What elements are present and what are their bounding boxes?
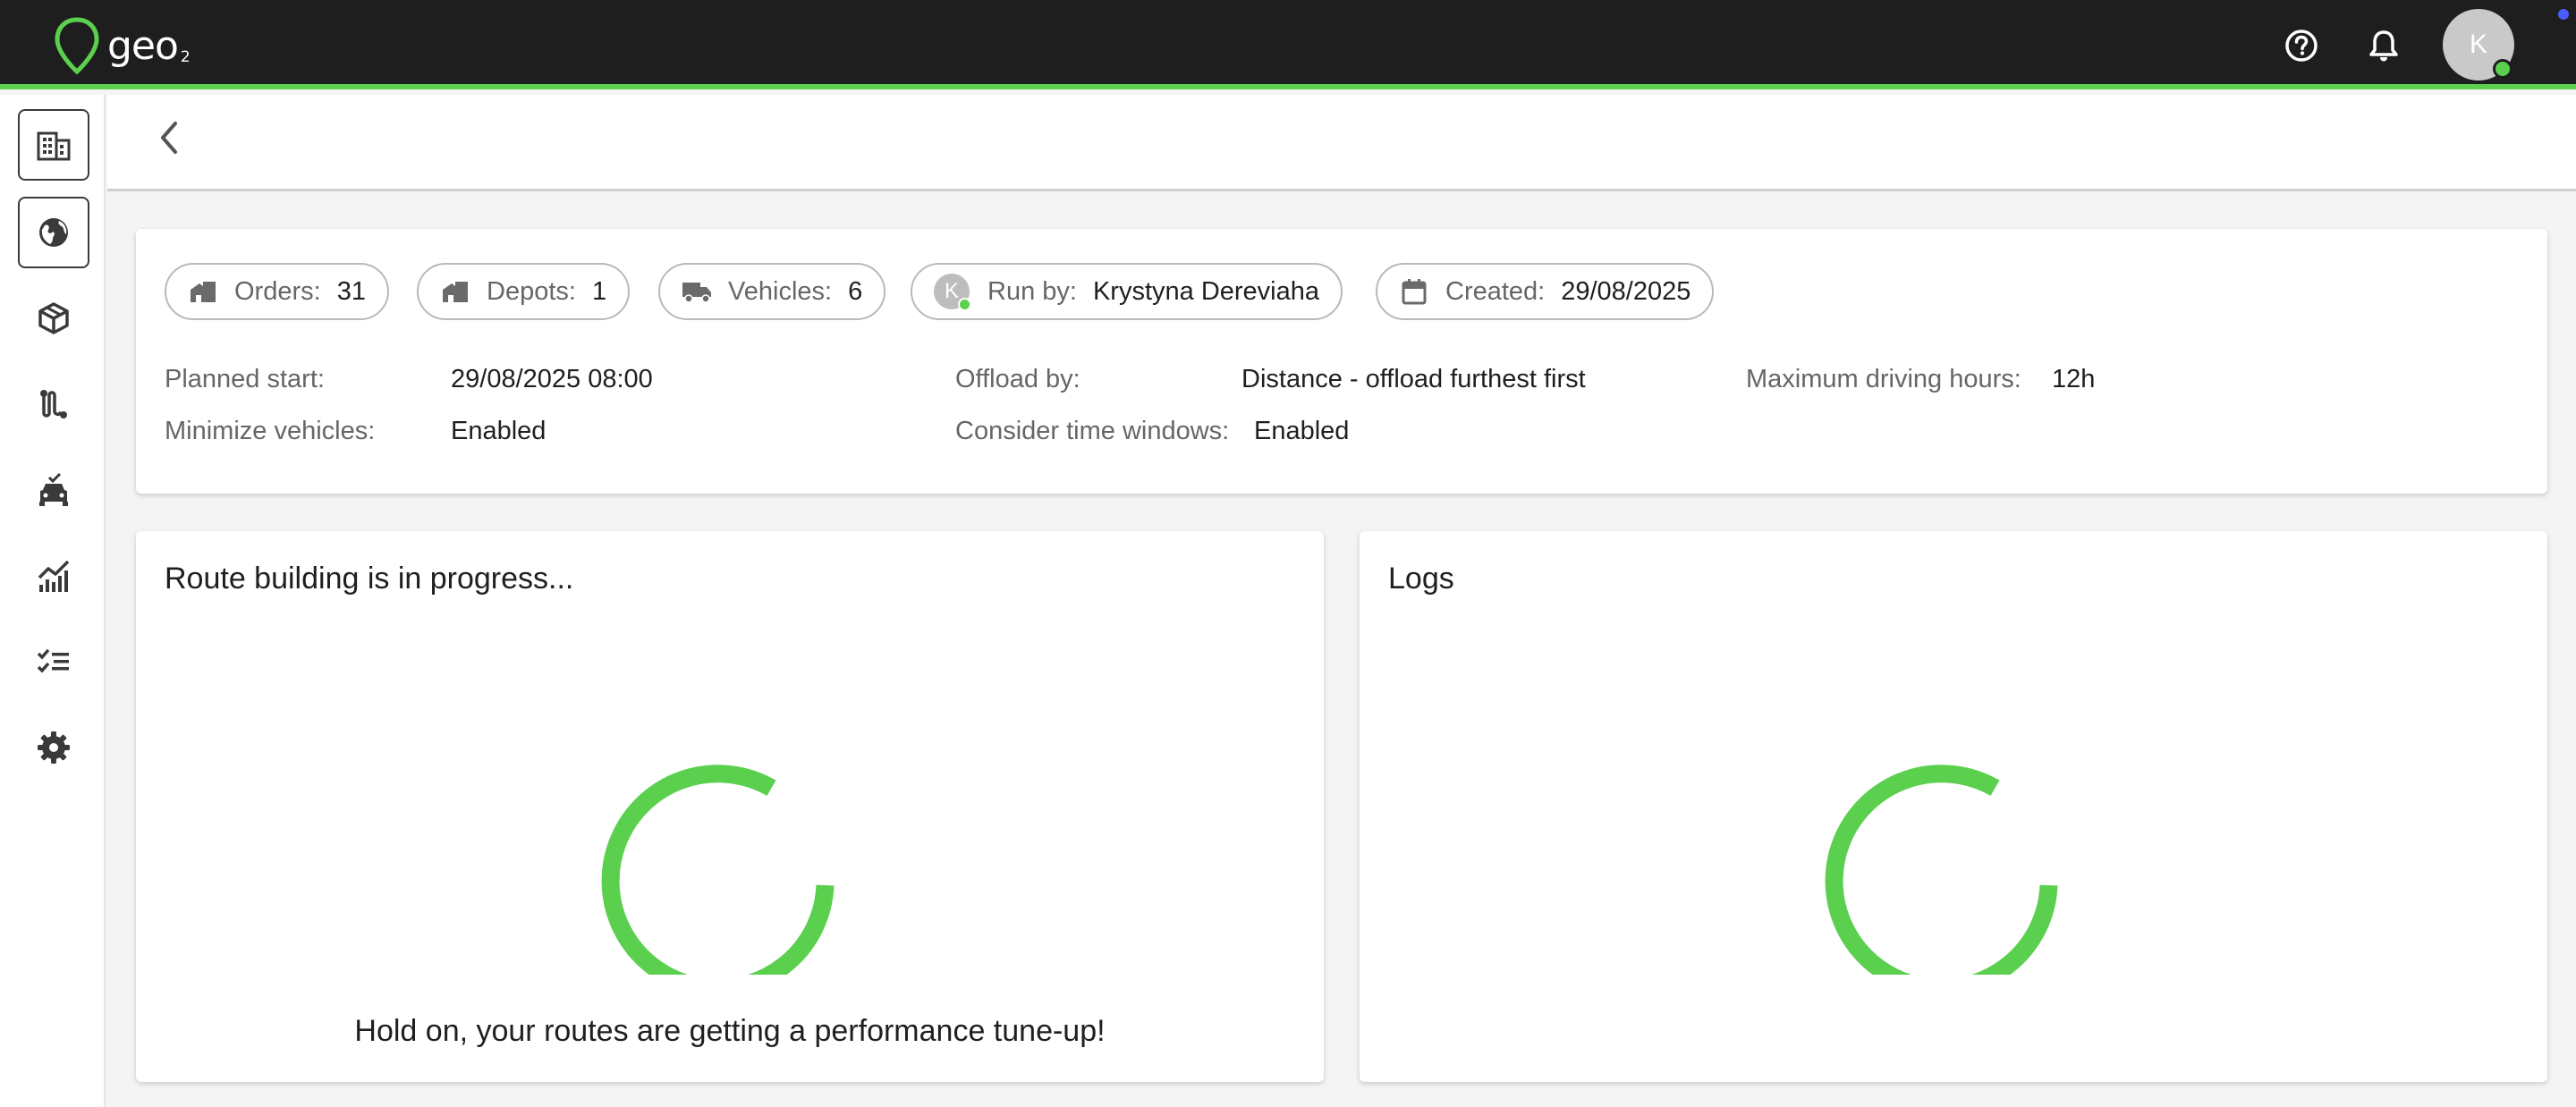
progress-message: Hold on, your routes are getting a perfo… <box>354 1014 1106 1048</box>
offload-by-label: Offload by: <box>955 365 1080 393</box>
sidebar <box>0 95 106 1107</box>
minimize-vehicles-value: Enabled <box>451 417 547 445</box>
truck-icon <box>682 276 712 307</box>
max-driving-hours-value: 12h <box>2052 365 2096 393</box>
user-avatar[interactable]: K <box>2443 9 2514 80</box>
offload-by-value: Distance - offload furthest first <box>1241 365 1586 393</box>
route-icon <box>40 390 67 418</box>
indicator-dot <box>2558 9 2569 20</box>
top-bar: geo 2 K <box>0 0 2576 89</box>
loading-spinner-icon <box>1825 765 2058 975</box>
sidebar-item-routes[interactable] <box>18 368 89 440</box>
created-label: Created: <box>1445 276 1546 306</box>
orders-label: Orders: <box>234 276 321 306</box>
run-summary-card: Orders: 31 Depots: 1 Vehicles: 6 K Run b… <box>136 229 2547 494</box>
depots-label: Depots: <box>487 276 576 306</box>
vehicles-value: 6 <box>848 276 863 306</box>
checklist-icon <box>37 648 69 673</box>
max-driving-hours-label: Maximum driving hours: <box>1746 365 2021 393</box>
planned-start-label: Planned start: <box>165 365 325 393</box>
run-by-value: Krystyna Dereviaha <box>1092 276 1320 306</box>
settings-gear-icon <box>38 731 70 764</box>
logs-title: Logs <box>1388 562 1454 596</box>
app-logo[interactable]: geo 2 <box>52 14 191 77</box>
run-by-label: Run by: <box>987 276 1077 306</box>
analytics-icon <box>38 560 70 592</box>
logo-subscript: 2 <box>180 48 191 66</box>
sidebar-item-orders[interactable] <box>18 283 89 354</box>
run-by-initial: K <box>944 279 959 303</box>
help-button[interactable] <box>2281 25 2322 66</box>
orders-value: 31 <box>336 276 366 306</box>
run-by-chip: K Run by: Krystyna Dereviaha <box>911 263 1343 320</box>
planned-start-value: 29/08/2025 08:00 <box>451 365 653 393</box>
sidebar-item-analytics[interactable] <box>18 540 89 612</box>
created-chip: Created: 29/08/2025 <box>1376 263 1715 320</box>
buildings-icon <box>37 131 71 161</box>
online-status-dot <box>958 298 971 311</box>
consider-time-windows-label: Consider time windows: <box>955 417 1230 445</box>
logo-text: geo <box>107 22 179 69</box>
depots-value: 1 <box>591 276 607 306</box>
user-initial: K <box>2469 30 2487 59</box>
depot-building-icon <box>440 276 470 307</box>
location-pin-logo-icon <box>55 17 99 75</box>
depot-building-icon <box>188 276 218 307</box>
package-icon <box>38 302 69 334</box>
page-header <box>107 95 2576 191</box>
route-progress-card: Route building is in progress... Hold on… <box>136 531 1324 1082</box>
depots-chip: Depots: 1 <box>417 263 631 320</box>
minimize-vehicles-label: Minimize vehicles: <box>165 417 376 445</box>
back-button[interactable] <box>143 111 197 165</box>
calendar-icon <box>1399 276 1429 307</box>
vehicles-label: Vehicles: <box>728 276 833 306</box>
sidebar-item-globe[interactable] <box>18 197 89 268</box>
globe-icon <box>39 218 68 247</box>
vehicle-icon <box>39 472 68 506</box>
logs-card: Logs <box>1360 531 2547 1082</box>
online-status-dot <box>2493 59 2512 79</box>
sidebar-item-tasks[interactable] <box>18 626 89 697</box>
bell-icon <box>2369 30 2398 62</box>
consider-time-windows-value: Enabled <box>1254 417 1350 445</box>
chevron-left-icon <box>161 122 177 154</box>
run-by-avatar: K <box>934 274 971 311</box>
progress-title: Route building is in progress... <box>165 562 574 596</box>
loading-spinner-icon <box>601 765 835 975</box>
sidebar-item-buildings[interactable] <box>18 109 89 181</box>
vehicles-chip: Vehicles: 6 <box>658 263 886 320</box>
help-circle-icon <box>2285 30 2318 62</box>
notifications-button[interactable] <box>2363 25 2404 66</box>
sidebar-item-settings[interactable] <box>18 712 89 783</box>
sidebar-item-vehicles[interactable] <box>18 454 89 526</box>
created-value: 29/08/2025 <box>1561 276 1691 306</box>
orders-chip: Orders: 31 <box>165 263 389 320</box>
